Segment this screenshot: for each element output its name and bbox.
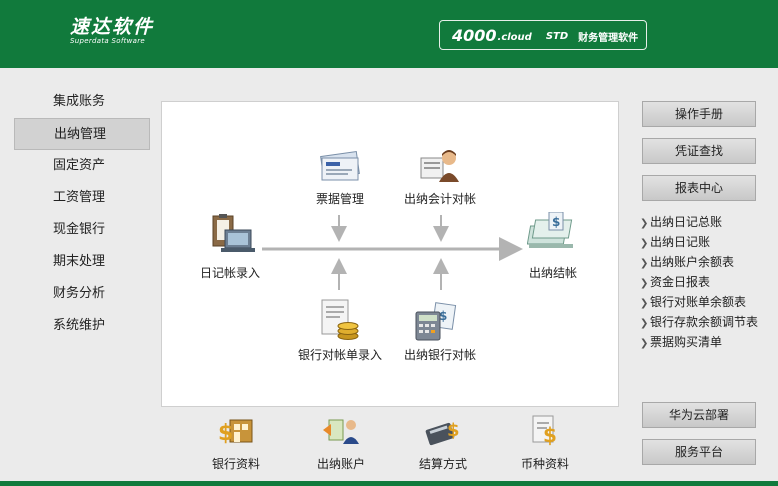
bills-stack-icon[interactable] bbox=[316, 150, 362, 188]
report-item-label: 资金日报表 bbox=[650, 275, 711, 289]
nav-item-label: 期末处理 bbox=[53, 254, 106, 269]
nav-item-label: 系统维护 bbox=[53, 318, 106, 333]
report-center-button[interactable]: 报表中心 bbox=[642, 175, 756, 201]
bank-reconcile-label[interactable]: 出纳银行对帐 bbox=[404, 346, 476, 363]
report-item-label: 银行存款余额调节表 bbox=[650, 315, 759, 329]
product-badge: 4000 .cloud STD 财务管理软件 bbox=[439, 20, 647, 50]
nav-item-fixed-assets[interactable]: 固定资产 bbox=[14, 150, 150, 182]
settlement-method-shortcut[interactable]: $ 结算方式 bbox=[398, 414, 488, 472]
report-item[interactable]: ❯ 出纳日记账 bbox=[640, 232, 776, 252]
bank-stmt-entry-label[interactable]: 银行对帐单录入 bbox=[298, 346, 382, 363]
cashier-person-icon bbox=[323, 419, 359, 444]
huawei-cloud-button[interactable]: 华为云部署 bbox=[642, 402, 756, 428]
product-name: 财务管理软件 bbox=[578, 32, 639, 44]
report-item[interactable]: ❯ 票据购买清单 bbox=[640, 332, 776, 352]
logo-main: 速达软件 bbox=[70, 16, 155, 38]
nav-item-financial-analysis[interactable]: 财务分析 bbox=[14, 278, 150, 310]
report-item[interactable]: ❯ 资金日报表 bbox=[640, 272, 776, 292]
nav-item-label: 现金银行 bbox=[53, 222, 106, 237]
report-item-label: 出纳日记账 bbox=[650, 235, 711, 249]
acct-reconcile-label[interactable]: 出纳会计对帐 bbox=[404, 190, 476, 207]
logo-sub: Superdata Software bbox=[70, 37, 146, 45]
diary-entry-label[interactable]: 日记帐录入 bbox=[200, 264, 260, 281]
report-list: ❯ 出纳日记总账 ❯ 出纳日记账 ❯ 出纳账户余额表 ❯ 资金日报表 ❯ 银行对账单余额表… bbox=[640, 212, 776, 352]
close-label[interactable]: 出纳结帐 bbox=[529, 264, 577, 281]
sidebar-nav: 集成账务 出纳管理 固定资产 工资管理 现金银行 期末处理 财务分析 系统维护 bbox=[14, 86, 150, 342]
statement-coins-icon[interactable] bbox=[318, 298, 362, 346]
nav-item-label: 出纳管理 bbox=[54, 127, 107, 142]
nav-item-label: 工资管理 bbox=[53, 190, 106, 205]
report-item[interactable]: ❯ 出纳日记总账 bbox=[640, 212, 776, 232]
flow-panel: 日记帐录入 票据管理 出纳会计对帐 $ 出纳结帐 银行对帐单录入 $ 出纳银行对… bbox=[161, 101, 619, 407]
nav-item-system-maintenance[interactable]: 系统维护 bbox=[14, 310, 150, 342]
nav-item-label: 集成账务 bbox=[53, 94, 106, 109]
currency-info-label: 币种资料 bbox=[520, 457, 569, 471]
chevron-right-icon: ❯ bbox=[640, 278, 649, 289]
accountant-icon[interactable] bbox=[417, 148, 463, 188]
nav-item-cashier-management[interactable]: 出纳管理 bbox=[14, 118, 150, 150]
bank-info-shortcut[interactable]: $ 银行资料 bbox=[191, 414, 281, 472]
product-cloud: .cloud bbox=[497, 31, 532, 43]
nav-item-label: 固定资产 bbox=[53, 158, 106, 173]
nav-item-cash-bank[interactable]: 现金银行 bbox=[14, 214, 150, 246]
chevron-right-icon: ❯ bbox=[640, 238, 649, 249]
nav-item-label: 财务分析 bbox=[53, 286, 106, 301]
svg-text:$: $ bbox=[552, 215, 560, 229]
chevron-right-icon: ❯ bbox=[640, 338, 649, 349]
voucher-search-button[interactable]: 凭证查找 bbox=[642, 138, 756, 164]
report-item-label: 出纳日记总账 bbox=[650, 215, 723, 229]
product-number: 4000 bbox=[452, 25, 497, 45]
nav-item-period-end[interactable]: 期末处理 bbox=[14, 246, 150, 278]
svg-text:$: $ bbox=[447, 420, 460, 441]
cashier-account-shortcut[interactable]: 出纳账户 bbox=[296, 414, 386, 472]
svg-text:$: $ bbox=[543, 423, 557, 446]
bank-money-icon: $ bbox=[218, 419, 253, 446]
settlement-method-label: 结算方式 bbox=[418, 457, 467, 471]
report-item-label: 银行对账单余额表 bbox=[650, 295, 747, 309]
bill-management-label[interactable]: 票据管理 bbox=[316, 190, 364, 207]
currency-doc-icon: $ bbox=[532, 415, 557, 447]
report-item[interactable]: ❯ 银行对账单余额表 bbox=[640, 292, 776, 312]
nav-item-payroll[interactable]: 工资管理 bbox=[14, 182, 150, 214]
cash-stack-icon[interactable]: $ bbox=[526, 211, 575, 256]
cashier-account-label: 出纳账户 bbox=[316, 457, 365, 471]
card-terminal-icon: $ bbox=[425, 420, 460, 446]
chevron-right-icon: ❯ bbox=[640, 298, 649, 309]
report-item-label: 出纳账户余额表 bbox=[650, 255, 735, 269]
chevron-right-icon: ❯ bbox=[640, 258, 649, 269]
product-edition: STD bbox=[545, 30, 569, 42]
report-item-label: 票据购买清单 bbox=[650, 335, 723, 349]
report-item[interactable]: ❯ 银行存款余额调节表 bbox=[640, 312, 776, 332]
app-header: 速达软件 Superdata Software 4000 .cloud STD … bbox=[0, 0, 778, 68]
currency-info-shortcut[interactable]: $ 币种资料 bbox=[500, 414, 590, 472]
report-item[interactable]: ❯ 出纳账户余额表 bbox=[640, 252, 776, 272]
footer-bar bbox=[0, 481, 778, 486]
manual-button[interactable]: 操作手册 bbox=[642, 101, 756, 127]
nav-item-integrated-accounting[interactable]: 集成账务 bbox=[14, 86, 150, 118]
bank-info-label: 银行资料 bbox=[211, 457, 260, 471]
logo: 速达软件 Superdata Software bbox=[70, 16, 154, 45]
chevron-right-icon: ❯ bbox=[640, 318, 649, 329]
service-platform-button[interactable]: 服务平台 bbox=[642, 439, 756, 465]
svg-text:$: $ bbox=[218, 421, 233, 446]
chevron-right-icon: ❯ bbox=[640, 218, 649, 229]
clipboard-monitor-icon[interactable] bbox=[209, 214, 255, 258]
calculator-money-icon[interactable]: $ bbox=[412, 302, 460, 346]
